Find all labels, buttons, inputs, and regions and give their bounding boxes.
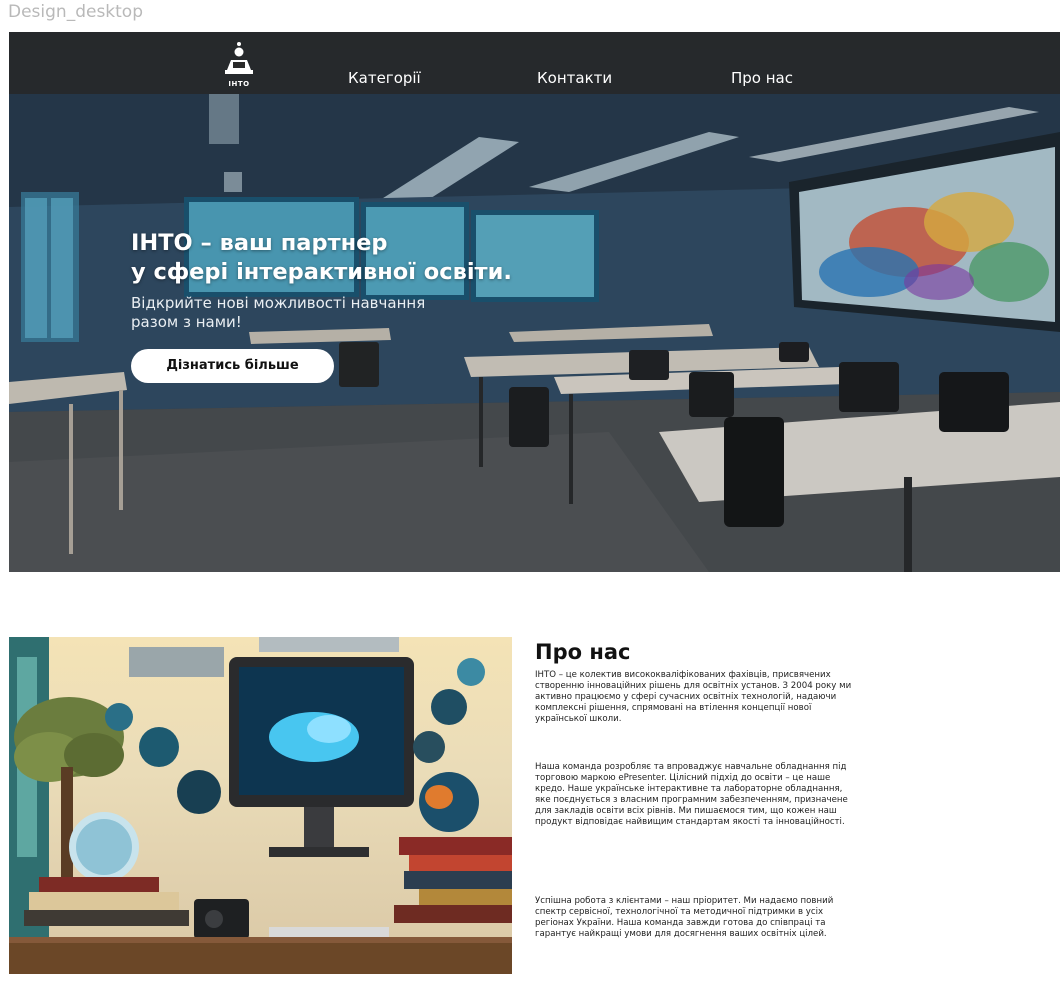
about-illustration-svg [9, 637, 512, 974]
hero-subtitle: Відкрийте нові можливості навчання разом… [131, 294, 491, 332]
frame-label: Design_desktop [8, 2, 144, 22]
hero-title: ІНТО – ваш партнер у сфері інтерактивної… [131, 229, 651, 287]
about-title: Про нас [535, 640, 631, 664]
nav-item-about[interactable]: Про нас [731, 69, 793, 87]
logo-text: ІНТО [228, 80, 250, 88]
hero-title-line-1: ІНТО – ваш партнер [131, 230, 388, 256]
hero-subtitle-line-2: разом з нами! [131, 313, 242, 331]
learn-more-button[interactable]: Дізнатись більше [131, 349, 334, 383]
about-paragraph-1: ІНТО – це колектив висококваліфікованих … [535, 670, 852, 724]
logo-icon [225, 42, 253, 74]
into-logo[interactable]: ІНТО [219, 40, 259, 90]
hero-subtitle-line-1: Відкрийте нові можливості навчання [131, 294, 426, 312]
nav-item-contacts[interactable]: Контакти [537, 69, 612, 87]
hero-section: ІНТО Категорії Контакти Про нас ІНТО – в… [9, 32, 1060, 572]
about-paragraph-3: Успішна робота з клієнтами – наш пріорит… [535, 896, 834, 939]
hero-title-line-2: у сфері інтерактивної освіти. [131, 259, 512, 285]
about-paragraph-2: Наша команда розробляє та впроваджує нав… [535, 762, 848, 827]
nav-item-categories[interactable]: Категорії [348, 69, 421, 87]
top-navbar: ІНТО Категорії Контакти Про нас [9, 32, 1060, 94]
about-illustration-image [9, 637, 512, 974]
